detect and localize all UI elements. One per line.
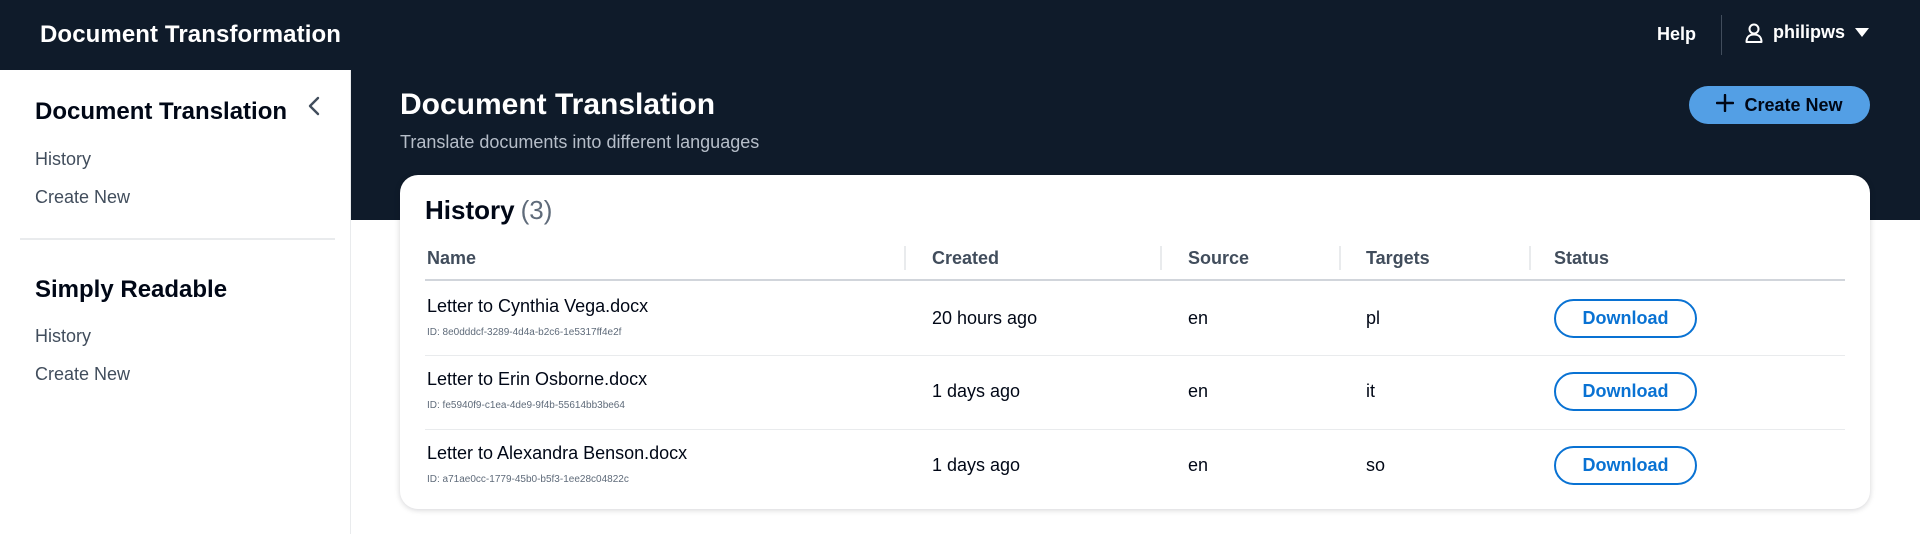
column-header-name[interactable]: Name <box>427 248 476 269</box>
nav-divider <box>1721 15 1722 55</box>
table-count: (3) <box>520 195 553 225</box>
column-resizer[interactable] <box>1160 246 1162 270</box>
plus-icon <box>1716 93 1735 117</box>
row-file-name: Letter to Alexandra Benson.docx <box>427 443 688 463</box>
download-button[interactable]: Download <box>1554 446 1697 485</box>
row-file-name: Letter to Cynthia Vega.docx <box>427 296 649 316</box>
row-source: en <box>1188 308 1209 328</box>
table-title-text: History <box>425 195 515 225</box>
column-header-created[interactable]: Created <box>932 248 999 269</box>
history-table-card: History (3) Name Created Source Targets S… <box>400 175 1870 509</box>
column-header-source[interactable]: Source <box>1188 248 1249 269</box>
page-title: Document Translation <box>400 88 716 121</box>
row-divider <box>425 429 1845 430</box>
user-icon <box>1745 23 1763 43</box>
sidebar-item-create-new[interactable]: Create New <box>35 364 130 385</box>
row-divider <box>425 355 1845 356</box>
table-title: History (3) <box>425 195 552 226</box>
username: philipws <box>1773 22 1845 42</box>
row-file-id: ID: fe5940f9-c1ea-4de9-9f4b-55614bb3be64 <box>427 400 625 411</box>
user-menu[interactable]: philipws <box>1745 22 1869 43</box>
row-created: 1 days ago <box>932 455 1021 475</box>
column-resizer[interactable] <box>904 246 906 270</box>
sidebar-divider <box>20 238 335 240</box>
column-resizer[interactable] <box>1529 246 1531 270</box>
app-title[interactable]: Document Transformation <box>40 21 341 49</box>
row-source: en <box>1188 455 1209 475</box>
sidebar-item-history[interactable]: History <box>35 149 91 170</box>
download-button[interactable]: Download <box>1554 299 1697 338</box>
row-targets: it <box>1366 381 1375 401</box>
create-new-label: Create New <box>1744 94 1843 115</box>
row-targets: pl <box>1366 308 1381 328</box>
sidebar-section-title[interactable]: Document Translation <box>35 98 287 126</box>
top-navigation: Document Transformation Help philipws <box>0 0 1920 70</box>
row-file-name: Letter to Erin Osborne.docx <box>427 369 648 389</box>
create-new-button[interactable]: Create New <box>1689 86 1870 124</box>
help-link[interactable]: Help <box>1657 24 1696 45</box>
column-resizer[interactable] <box>1339 246 1341 270</box>
download-button[interactable]: Download <box>1554 372 1697 411</box>
column-header-status[interactable]: Status <box>1554 248 1609 269</box>
sidebar-item-create-new[interactable]: Create New <box>35 187 130 208</box>
header-divider <box>425 279 1845 281</box>
row-targets: so <box>1366 455 1386 475</box>
page-subtitle: Translate documents into different langu… <box>400 132 760 152</box>
side-navigation: Document Translation History Create New … <box>0 70 351 534</box>
sidebar-item-history[interactable]: History <box>35 326 91 347</box>
row-source: en <box>1188 381 1209 401</box>
row-file-id: ID: a71ae0cc-1779-45b0-b5f3-1ee28c04822c <box>427 474 629 485</box>
row-created: 20 hours ago <box>932 308 1038 328</box>
sidebar-section-title[interactable]: Simply Readable <box>35 276 227 304</box>
row-file-id: ID: 8e0dddcf-3289-4d4a-b2c6-1e5317ff4e2f <box>427 327 622 338</box>
row-created: 1 days ago <box>932 381 1021 401</box>
caret-down-icon <box>1855 27 1869 38</box>
column-header-targets[interactable]: Targets <box>1366 248 1430 269</box>
chevron-left-icon[interactable] <box>305 96 325 116</box>
